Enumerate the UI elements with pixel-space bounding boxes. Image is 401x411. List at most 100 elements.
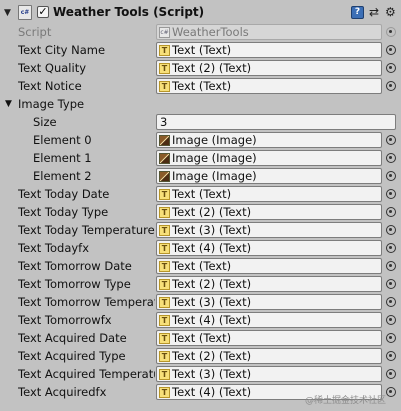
component-header: ▼ c# ✓ Weather Tools (Script) ? ⇄ ⚙ — [0, 4, 401, 22]
field-label: Text Today Date — [18, 187, 110, 201]
object-field[interactable]: T Text (2) (Text) — [156, 276, 382, 292]
object-picker-icon[interactable] — [386, 153, 396, 163]
object-field-value: Text (Text) — [172, 331, 232, 345]
field-label: Text Tomorrow Date — [18, 259, 132, 273]
text-component-icon: T — [159, 206, 170, 218]
image-type-label: Image Type — [18, 97, 85, 111]
gear-icon[interactable]: ⚙ — [385, 6, 398, 19]
array-element-label: Element 2 — [33, 169, 92, 183]
object-field[interactable]: T Text (2) (Text) — [156, 204, 382, 220]
text-component-icon: T — [159, 80, 170, 92]
object-field-value: Image (Image) — [172, 169, 257, 183]
field-row-text-tomorrow-type: Text Tomorrow Type T Text (2) (Text) — [0, 276, 401, 294]
object-field[interactable]: T Text (2) (Text) — [156, 60, 382, 76]
field-label: Text Acquiredfx — [18, 385, 107, 399]
script-label: Script — [18, 25, 52, 39]
image-component-icon — [159, 170, 170, 182]
object-field-value: Text (Text) — [172, 187, 232, 201]
object-field[interactable]: T Text (3) (Text) — [156, 294, 382, 310]
script-file-icon: c# — [159, 26, 170, 38]
array-size-input[interactable]: 3 — [156, 114, 396, 130]
object-picker-icon[interactable] — [386, 171, 396, 181]
field-row-text-city-name: Text City Name T Text (Text) — [0, 42, 401, 60]
field-label: Text Tomorrowfx — [18, 313, 112, 327]
array-element-row: Element 1 Image (Image) — [0, 150, 401, 168]
field-label: Text Acquired Temperature — [18, 367, 155, 381]
object-field-value: Text (3) (Text) — [172, 295, 252, 309]
text-component-icon: T — [159, 314, 170, 326]
array-element-label: Element 1 — [33, 151, 92, 165]
image-component-icon — [159, 152, 170, 164]
field-row-text-tomorrow-date: Text Tomorrow Date T Text (Text) — [0, 258, 401, 276]
object-field[interactable]: Image (Image) — [156, 168, 382, 184]
text-component-icon: T — [159, 386, 170, 398]
preset-icon[interactable]: ⇄ — [369, 6, 382, 19]
field-label: Text Today Temperature — [18, 223, 155, 237]
array-size-row: Size 3 — [0, 114, 401, 132]
array-size-label: Size — [33, 115, 57, 129]
text-component-icon: T — [159, 224, 170, 236]
text-component-icon: T — [159, 332, 170, 344]
object-picker-icon — [386, 27, 396, 37]
component-title: Weather Tools (Script) — [53, 5, 205, 19]
object-picker-icon[interactable] — [386, 351, 396, 361]
text-component-icon: T — [159, 44, 170, 56]
object-picker-icon[interactable] — [386, 189, 396, 199]
field-label: Text Todayfx — [18, 241, 90, 255]
object-field[interactable]: T Text (2) (Text) — [156, 348, 382, 364]
object-field[interactable]: T Text (Text) — [156, 78, 382, 94]
image-component-icon — [159, 134, 170, 146]
object-field[interactable]: T Text (4) (Text) — [156, 312, 382, 328]
object-picker-icon[interactable] — [386, 243, 396, 253]
object-picker-icon[interactable] — [386, 315, 396, 325]
field-label: Text Notice — [18, 79, 82, 93]
object-field[interactable]: T Text (Text) — [156, 186, 382, 202]
object-picker-icon[interactable] — [386, 225, 396, 235]
object-field-value: Text (2) (Text) — [172, 277, 252, 291]
text-component-icon: T — [159, 278, 170, 290]
object-field-value: Text (Text) — [172, 79, 232, 93]
object-picker-icon[interactable] — [386, 135, 396, 145]
array-element-row: Element 2 Image (Image) — [0, 168, 401, 186]
object-picker-icon[interactable] — [386, 279, 396, 289]
text-component-icon: T — [159, 188, 170, 200]
help-icon[interactable]: ? — [351, 6, 364, 19]
array-size-value: 3 — [160, 115, 168, 129]
field-row-text-acquired-type: Text Acquired Type T Text (2) (Text) — [0, 348, 401, 366]
object-picker-icon[interactable] — [386, 333, 396, 343]
object-field-value: Text (3) (Text) — [172, 223, 252, 237]
object-field[interactable]: T Text (4) (Text) — [156, 240, 382, 256]
script-field: c# WeatherTools — [156, 24, 382, 40]
object-field-value: Text (3) (Text) — [172, 367, 252, 381]
object-picker-icon[interactable] — [386, 207, 396, 217]
object-picker-icon[interactable] — [386, 45, 396, 55]
object-field[interactable]: T Text (Text) — [156, 330, 382, 346]
object-picker-icon[interactable] — [386, 297, 396, 307]
object-field[interactable]: T Text (Text) — [156, 42, 382, 58]
object-picker-icon[interactable] — [386, 63, 396, 73]
object-field[interactable]: T Text (3) (Text) — [156, 366, 382, 382]
component-enabled-checkbox[interactable]: ✓ — [37, 6, 49, 18]
object-picker-icon[interactable] — [386, 81, 396, 91]
object-field-value: Text (Text) — [172, 43, 232, 57]
object-field-value: Text (2) (Text) — [172, 349, 252, 363]
array-element-label: Element 0 — [33, 133, 92, 147]
object-field[interactable]: Image (Image) — [156, 132, 382, 148]
text-component-icon: T — [159, 368, 170, 380]
object-picker-icon[interactable] — [386, 387, 396, 397]
object-field[interactable]: T Text (Text) — [156, 258, 382, 274]
object-field-value: Text (Text) — [172, 259, 232, 273]
foldout-arrow-icon[interactable]: ▼ — [4, 8, 11, 18]
image-type-foldout[interactable]: ▼ Image Type — [0, 96, 401, 114]
object-field-value: Text (4) (Text) — [172, 385, 252, 399]
object-field[interactable]: Image (Image) — [156, 150, 382, 166]
object-field[interactable]: T Text (3) (Text) — [156, 222, 382, 238]
object-picker-icon[interactable] — [386, 369, 396, 379]
object-picker-icon[interactable] — [386, 261, 396, 271]
array-element-row: Element 0 Image (Image) — [0, 132, 401, 150]
field-label: Text Tomorrow Type — [18, 277, 131, 291]
object-field-value: Image (Image) — [172, 133, 257, 147]
foldout-arrow-icon[interactable]: ▼ — [5, 99, 12, 109]
field-label: Text Today Type — [18, 205, 109, 219]
field-row-text-tomorrowfx: Text Tomorrowfx T Text (4) (Text) — [0, 312, 401, 330]
